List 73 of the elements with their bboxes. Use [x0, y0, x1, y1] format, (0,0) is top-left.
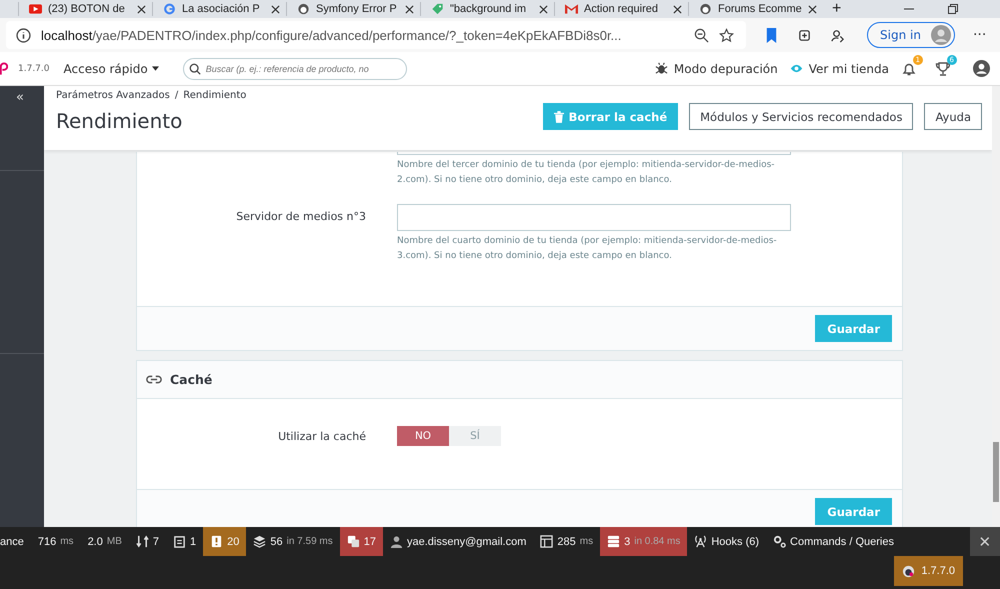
card-title: Caché	[170, 372, 212, 387]
restore-icon[interactable]	[948, 4, 958, 14]
user-icon	[390, 535, 403, 548]
field-label: Utilizar la caché	[278, 430, 366, 442]
tag-icon	[431, 3, 444, 15]
close-icon[interactable]	[271, 4, 280, 14]
close-icon[interactable]	[539, 4, 548, 14]
browser-tab[interactable]: Symfony Error P	[286, 2, 420, 16]
text-input[interactable]	[397, 204, 791, 231]
caret-icon	[152, 66, 159, 71]
version-badge[interactable]: 1.7.7.0	[894, 556, 963, 586]
help-text: Nombre del cuarto dominio de tu tienda (por ejemplo: mitienda-servidor-de-medios-3.com). Si no tiene otro dominio, deja este campo en blanco.	[397, 235, 778, 263]
bookmark-icon[interactable]	[764, 28, 779, 42]
debug-mode-link[interactable]: Modo depuración	[654, 62, 778, 76]
eye-icon	[790, 62, 803, 75]
close-button[interactable]: ✕	[970, 527, 1000, 556]
field-label: Servidor de medios n°3	[236, 210, 366, 223]
search-field[interactable]: Buscar (p. ej.: referencia de producto, no	[182, 58, 407, 80]
clipboard-icon	[172, 535, 186, 548]
info-icon	[16, 28, 31, 42]
alert-icon	[210, 535, 224, 548]
profile-share-icon[interactable]	[830, 28, 845, 42]
browser-tab[interactable]: Forums Ecomme	[688, 2, 822, 16]
logo-icon	[902, 564, 916, 578]
collapse-button[interactable]: «	[16, 90, 24, 105]
text-input[interactable]	[397, 152, 791, 155]
browser-tab[interactable]: "background im	[420, 2, 554, 16]
url-text: localhost/yae/PADENTRO/index.php/configure/advanced/performance/?_token=4eKpEkAFBDi8s0r...	[41, 28, 622, 42]
star-icon[interactable]	[719, 28, 734, 42]
browser-tab[interactable]: (23) BOTON de	[18, 2, 152, 16]
toggle-option[interactable]: NO	[397, 426, 449, 446]
help-text: Nombre del tercer dominio de tu tienda (por ejemplo: mitienda-servidor-de-medios-2.com). Si no tiene otro dominio, deja este campo en blanco.	[397, 159, 776, 187]
header-button[interactable]: Ayuda	[924, 103, 982, 130]
close-icon[interactable]	[808, 4, 817, 14]
translate-icon	[346, 535, 360, 548]
header-button[interactable]: Módulos y Servicios recomendados	[689, 103, 914, 130]
layout-icon	[540, 535, 554, 548]
close-icon[interactable]	[673, 4, 682, 14]
database-icon	[607, 535, 620, 548]
close-icon[interactable]	[405, 4, 414, 14]
link-icon	[146, 375, 162, 384]
trophy-icon	[935, 60, 951, 76]
breadcrumb-link[interactable]: Rendimiento	[183, 90, 246, 101]
page-title: Rendimiento	[56, 109, 182, 133]
video-icon	[29, 3, 42, 15]
layers-icon	[253, 535, 266, 548]
close-icon[interactable]	[137, 4, 146, 14]
more-button[interactable]: ···	[972, 27, 986, 43]
toolbar-item[interactable]: 3 in 0.84 ms	[600, 527, 688, 556]
sign-in-button[interactable]: Sign in	[867, 22, 955, 48]
toolbar-item[interactable]: 17	[340, 527, 383, 556]
view-store-link[interactable]: Ver mi tienda	[790, 62, 889, 76]
mail-icon	[565, 3, 578, 15]
bug-icon	[654, 62, 668, 75]
browser-tab[interactable]: Action required	[554, 2, 688, 16]
collections-icon[interactable]	[797, 28, 812, 42]
new-tab-button[interactable]: +	[832, 1, 842, 17]
antenna-icon	[694, 535, 708, 548]
g-logo-icon	[163, 3, 176, 15]
address-bar[interactable]: localhost/yae/PADENTRO/index.php/configure/advanced/performance/?_token=4eKpEkAFBDi8s0r...	[6, 21, 746, 49]
logo-icon	[0, 62, 8, 76]
browser-tab[interactable]: La asociación P	[152, 2, 286, 16]
gears-icon	[773, 535, 786, 548]
breadcrumb-link[interactable]: Parámetros Avanzados	[56, 90, 170, 101]
breadcrumb-separator: /	[174, 90, 178, 101]
trash-icon	[554, 110, 564, 122]
arrows-icon	[136, 535, 149, 548]
version-text: 1.7.7.0	[18, 64, 50, 74]
zoom-out-icon[interactable]	[694, 28, 709, 42]
toolbar-item[interactable]: 20	[203, 527, 246, 556]
quick-access-menu[interactable]: Acceso rápido	[64, 62, 159, 76]
avatar-icon	[930, 25, 951, 45]
account-icon[interactable]	[973, 60, 990, 77]
